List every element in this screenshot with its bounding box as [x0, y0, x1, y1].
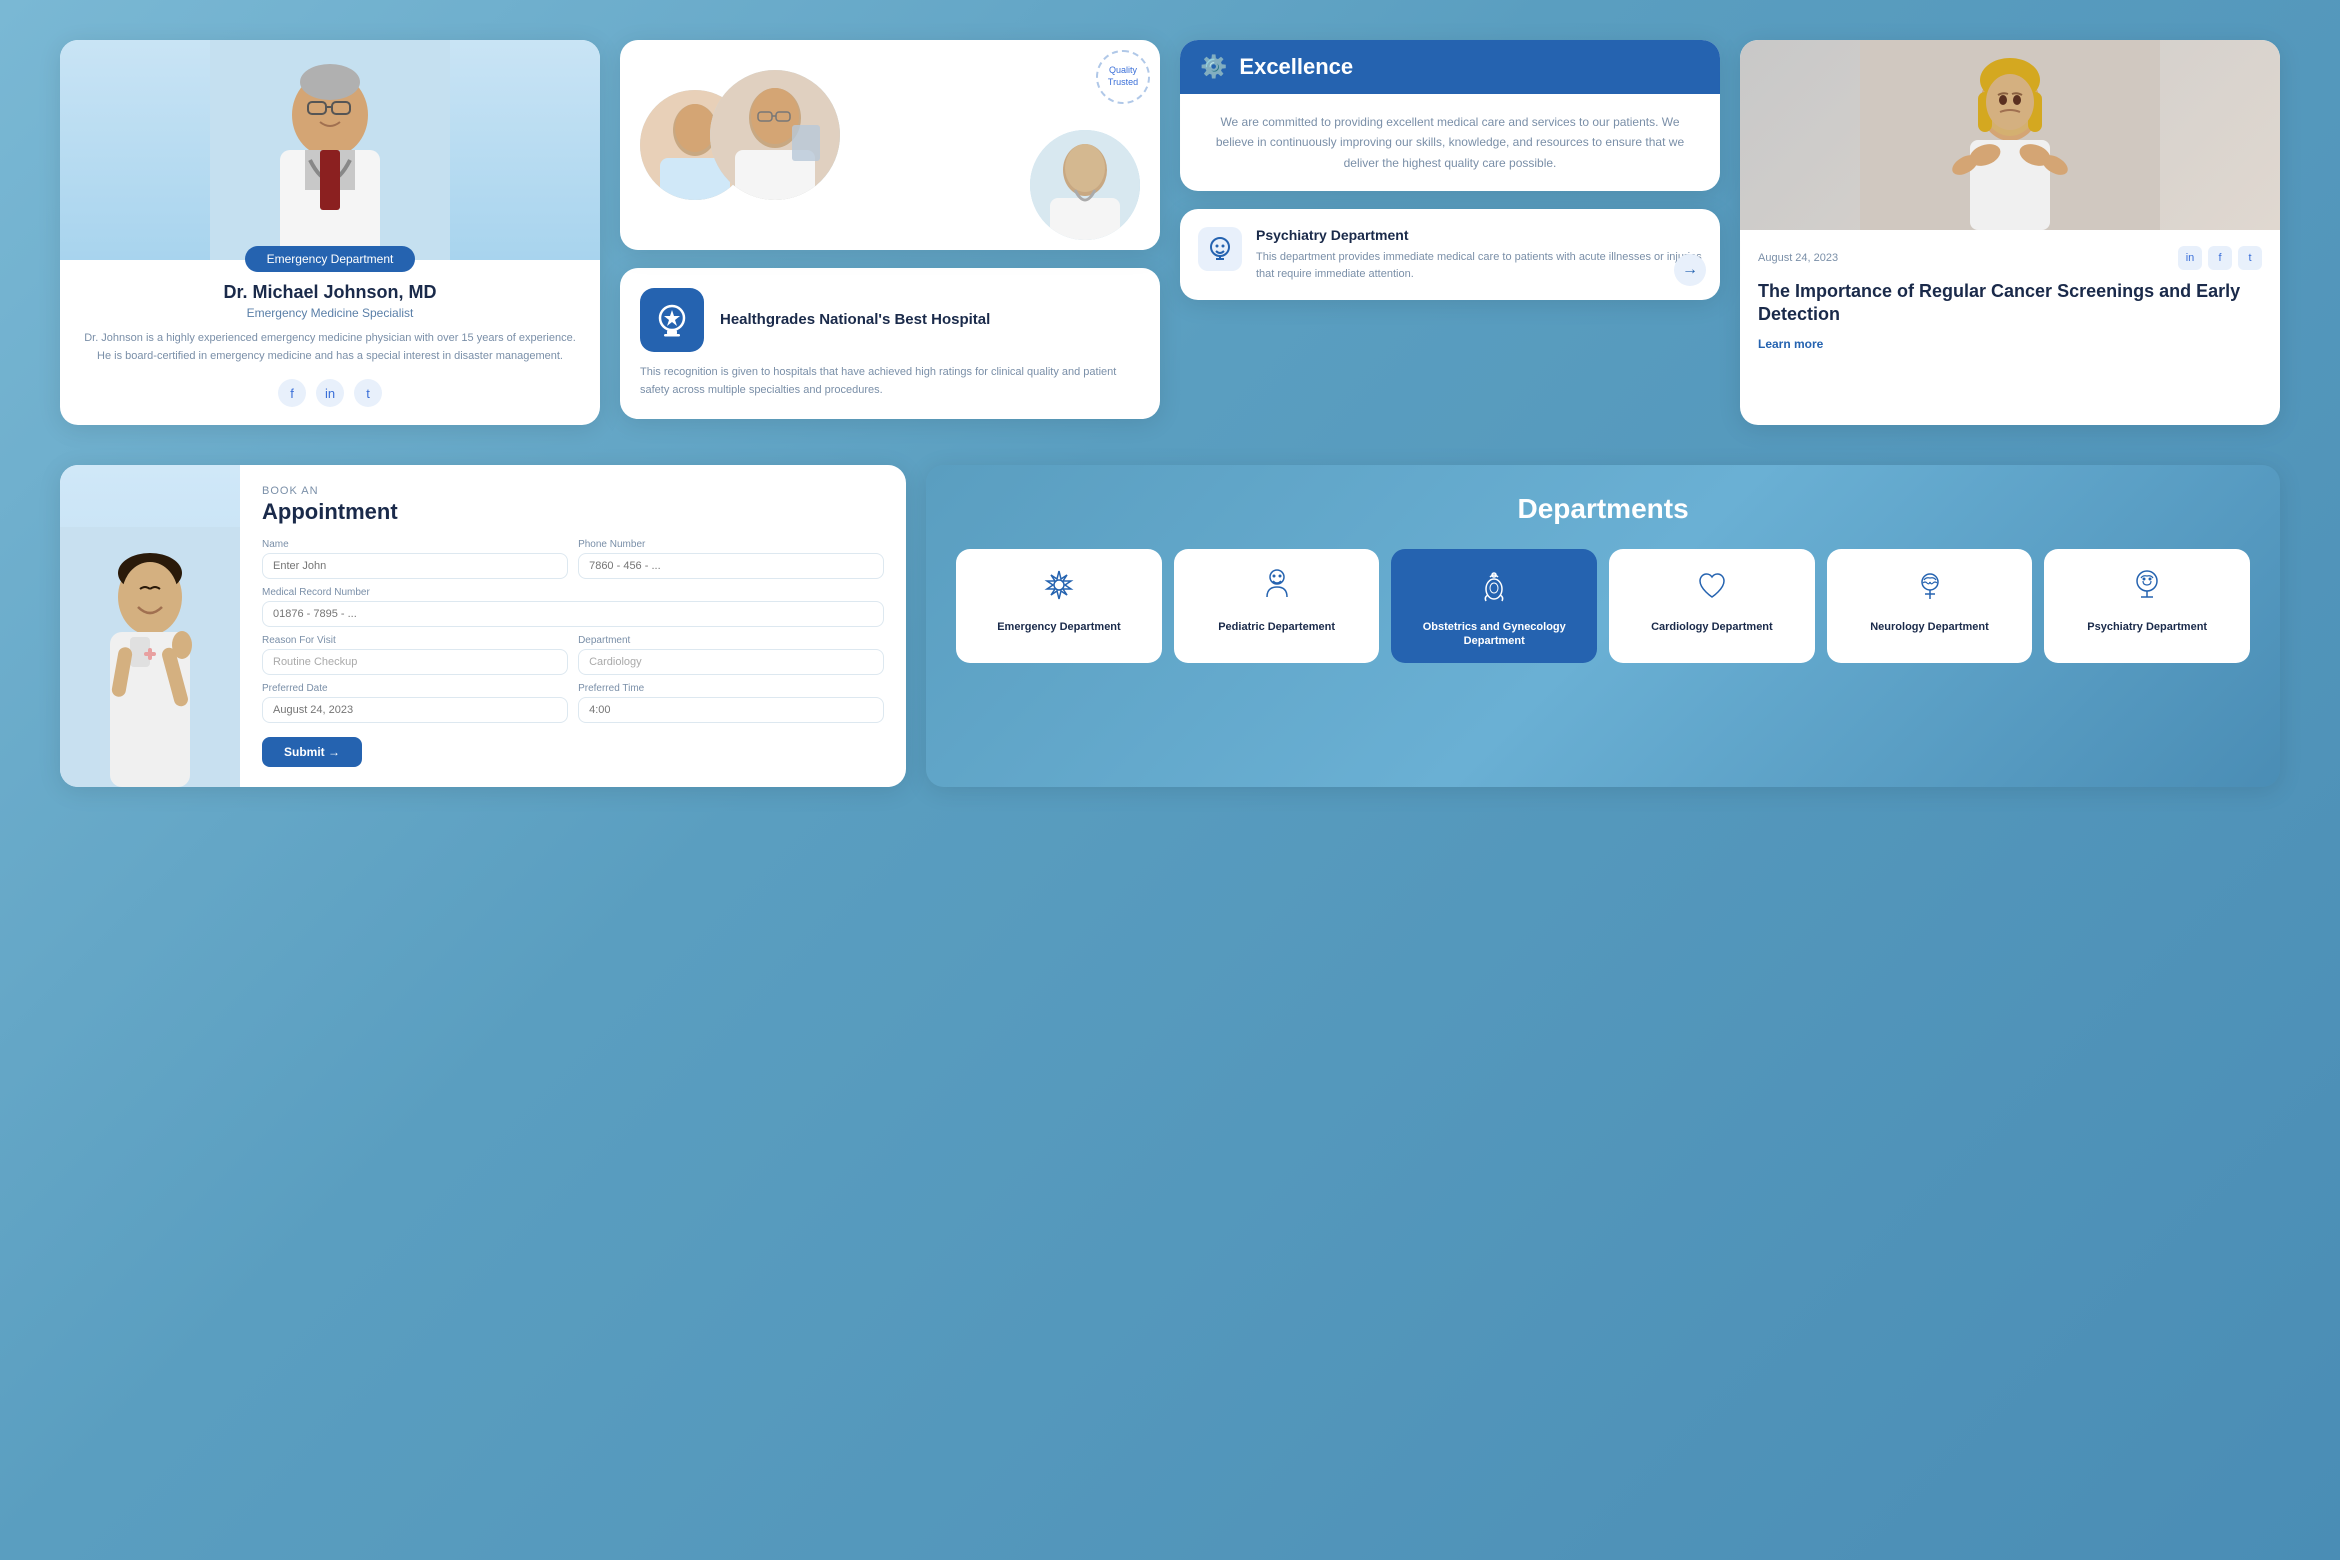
- appointment-title: Appointment: [262, 499, 884, 525]
- doctor-card: Emergency Department Dr. Michael Johnson…: [60, 40, 600, 425]
- appointment-card: BOOK AN Appointment Name Phone Number Me…: [60, 465, 906, 787]
- psychiatry-mini-card: Psychiatry Department This department pr…: [1180, 209, 1720, 300]
- excellence-card: ⚙️ Excellence We are committed to provid…: [1180, 40, 1720, 191]
- psychiatry-dept-title: Psychiatry Department: [1256, 227, 1702, 243]
- excellence-title: Excellence: [1239, 54, 1353, 80]
- healthgrades-top: Healthgrades National's Best Hospital: [640, 288, 1140, 352]
- time-input[interactable]: [578, 697, 884, 723]
- excellence-icon: ⚙️: [1200, 54, 1227, 80]
- facebook-icon[interactable]: f: [278, 379, 306, 407]
- dept-item-pediatric[interactable]: Pediatric Departement: [1174, 549, 1380, 663]
- excellence-body: We are committed to providing excellent …: [1180, 94, 1720, 191]
- record-input[interactable]: [262, 601, 884, 627]
- obstetrics-icon: [1476, 567, 1512, 610]
- dept-select-label: Department: [578, 635, 884, 646]
- form-row-date-time: Preferred Date Preferred Time: [262, 683, 884, 723]
- reason-group: Reason For Visit Routine Checkup: [262, 635, 568, 675]
- psychiatry-arrow-btn[interactable]: →: [1674, 254, 1706, 286]
- award-icon: [640, 288, 704, 352]
- team-photos: QualityTrusted: [620, 40, 1160, 250]
- date-label: Preferred Date: [262, 683, 568, 694]
- dept-item-psychiatry[interactable]: Psychiatry Department: [2044, 549, 2250, 663]
- cardiology-icon: [1694, 567, 1730, 610]
- name-group: Name: [262, 539, 568, 579]
- psychiatry-dept-item-label: Psychiatry Department: [2087, 620, 2207, 634]
- departments-title: Departments: [956, 493, 2250, 525]
- time-group: Preferred Time: [578, 683, 884, 723]
- form-row-record: Medical Record Number: [262, 587, 884, 627]
- psychiatry-dept-desc: This department provides immediate medic…: [1256, 249, 1702, 282]
- neurology-label: Neurology Department: [1870, 620, 1989, 634]
- neurology-icon: [1912, 567, 1948, 610]
- departments-grid: Emergency Department Pediatric Departeme…: [956, 549, 2250, 663]
- doctor-name: Dr. Michael Johnson, MD: [223, 282, 436, 303]
- healthgrades-title: Healthgrades National's Best Hospital: [720, 310, 990, 330]
- reason-select[interactable]: Routine Checkup: [262, 649, 568, 675]
- dept-item-emergency[interactable]: Emergency Department: [956, 549, 1162, 663]
- cardiology-label: Cardiology Department: [1651, 620, 1773, 634]
- healthgrades-desc: This recognition is given to hospitals t…: [640, 364, 1140, 399]
- phone-label: Phone Number: [578, 539, 884, 550]
- excellence-header: ⚙️ Excellence: [1180, 40, 1720, 94]
- doctor-social-icons: f in t: [278, 379, 382, 407]
- name-label: Name: [262, 539, 568, 550]
- learn-more-link[interactable]: Learn more: [1758, 337, 2262, 351]
- pediatric-icon: [1259, 567, 1295, 610]
- article-title: The Importance of Regular Cancer Screeni…: [1758, 280, 2262, 327]
- doctor-image: [60, 40, 600, 260]
- date-input[interactable]: [262, 697, 568, 723]
- article-twitter-icon[interactable]: t: [2238, 246, 2262, 270]
- article-linkedin-icon[interactable]: in: [2178, 246, 2202, 270]
- phone-group: Phone Number: [578, 539, 884, 579]
- time-label: Preferred Time: [578, 683, 884, 694]
- doctor-bio: Dr. Johnson is a highly experienced emer…: [60, 330, 600, 365]
- healthgrades-card: Healthgrades National's Best Hospital Th…: [620, 268, 1160, 419]
- psychiatry-icon: [1198, 227, 1242, 271]
- dept-item-neurology[interactable]: Neurology Department: [1827, 549, 2033, 663]
- form-row-name-phone: Name Phone Number: [262, 539, 884, 579]
- form-row-reason-dept: Reason For Visit Routine Checkup Departm…: [262, 635, 884, 675]
- date-group: Preferred Date: [262, 683, 568, 723]
- phone-input[interactable]: [578, 553, 884, 579]
- article-image: [1740, 40, 2280, 230]
- pediatric-label: Pediatric Departement: [1218, 620, 1335, 634]
- team-photo-2: [710, 70, 840, 200]
- dept-badge: Emergency Department: [245, 246, 416, 272]
- emergency-label: Emergency Department: [997, 620, 1121, 634]
- linkedin-icon[interactable]: in: [316, 379, 344, 407]
- record-label: Medical Record Number: [262, 587, 884, 598]
- excellence-col: ⚙️ Excellence We are committed to provid…: [1180, 40, 1720, 425]
- reason-label: Reason For Visit: [262, 635, 568, 646]
- article-facebook-icon[interactable]: f: [2208, 246, 2232, 270]
- doctor-specialty: Emergency Medicine Specialist: [247, 306, 414, 320]
- departments-card: Departments Emergency Department: [926, 465, 2280, 787]
- dept-item-obstetrics[interactable]: Obstetrics and Gynecology Department: [1391, 549, 1597, 663]
- emergency-icon: [1041, 567, 1077, 610]
- dept-group: Department Cardiology: [578, 635, 884, 675]
- submit-button[interactable]: Submit →: [262, 737, 362, 767]
- name-input[interactable]: [262, 553, 568, 579]
- dept-select[interactable]: Cardiology: [578, 649, 884, 675]
- twitter-icon[interactable]: t: [354, 379, 382, 407]
- article-date: August 24, 2023: [1758, 252, 1838, 264]
- psychiatry-dept-icon: [2129, 567, 2165, 610]
- award-badge: QualityTrusted: [1096, 50, 1150, 104]
- obstetrics-label: Obstetrics and Gynecology Department: [1401, 620, 1587, 649]
- article-card: August 24, 2023 in f t The Importance of…: [1740, 40, 2280, 425]
- dept-item-cardiology[interactable]: Cardiology Department: [1609, 549, 1815, 663]
- team-card: QualityTrusted: [620, 40, 1160, 250]
- book-an-label: BOOK AN: [262, 485, 884, 497]
- middle-top-col: QualityTrusted: [620, 40, 1160, 425]
- appointment-form: BOOK AN Appointment Name Phone Number Me…: [240, 465, 906, 787]
- record-group: Medical Record Number: [262, 587, 884, 627]
- appointment-nurse-image: [60, 465, 240, 787]
- article-social-icons: in f t: [2178, 246, 2262, 270]
- article-body: August 24, 2023 in f t The Importance of…: [1740, 230, 2280, 367]
- article-meta: August 24, 2023 in f t: [1758, 246, 2262, 270]
- team-photo-3: [1030, 130, 1140, 240]
